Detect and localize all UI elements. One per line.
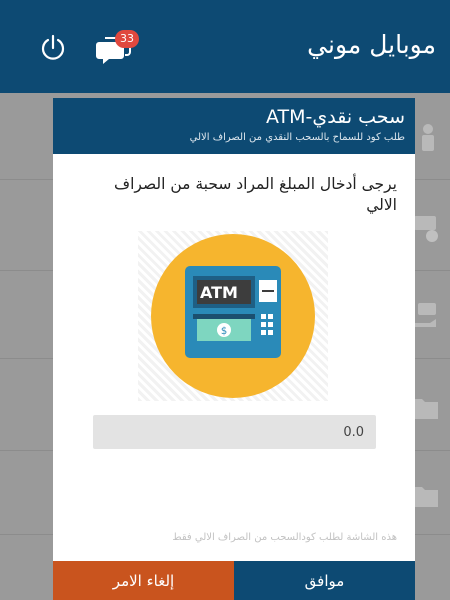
svg-text:$: $ [221,326,227,337]
atm-screen-label: ATM [200,283,238,302]
cancel-button[interactable]: إلغاء الامر [53,561,234,600]
amount-input[interactable] [93,415,376,449]
ok-button[interactable]: موافق [234,561,415,600]
app-title: موبايل موني [307,30,436,59]
amount-prompt: يرجى أدخال المبلغ المراد سحبة من الصراف … [114,175,397,214]
dialog-header: سحب نقدي-ATM طلب كود للسماح بالسحب النقد… [53,98,415,154]
dialog-footnote: هذه الشاشة لطلب كودالسحب من الصراف الالي… [172,532,397,543]
notification-badge: 33 [115,30,139,48]
app-header: 33 موبايل موني [0,0,450,93]
dialog-subtitle: طلب كود للسماح بالسحب النقدي من الصراف ا… [189,132,405,143]
dialog-title: سحب نقدي-ATM [265,106,405,128]
atm-withdraw-dialog: سحب نقدي-ATM طلب كود للسماح بالسحب النقد… [53,98,415,600]
atm-icon: ATM $ [151,234,315,398]
power-icon[interactable] [38,33,68,63]
